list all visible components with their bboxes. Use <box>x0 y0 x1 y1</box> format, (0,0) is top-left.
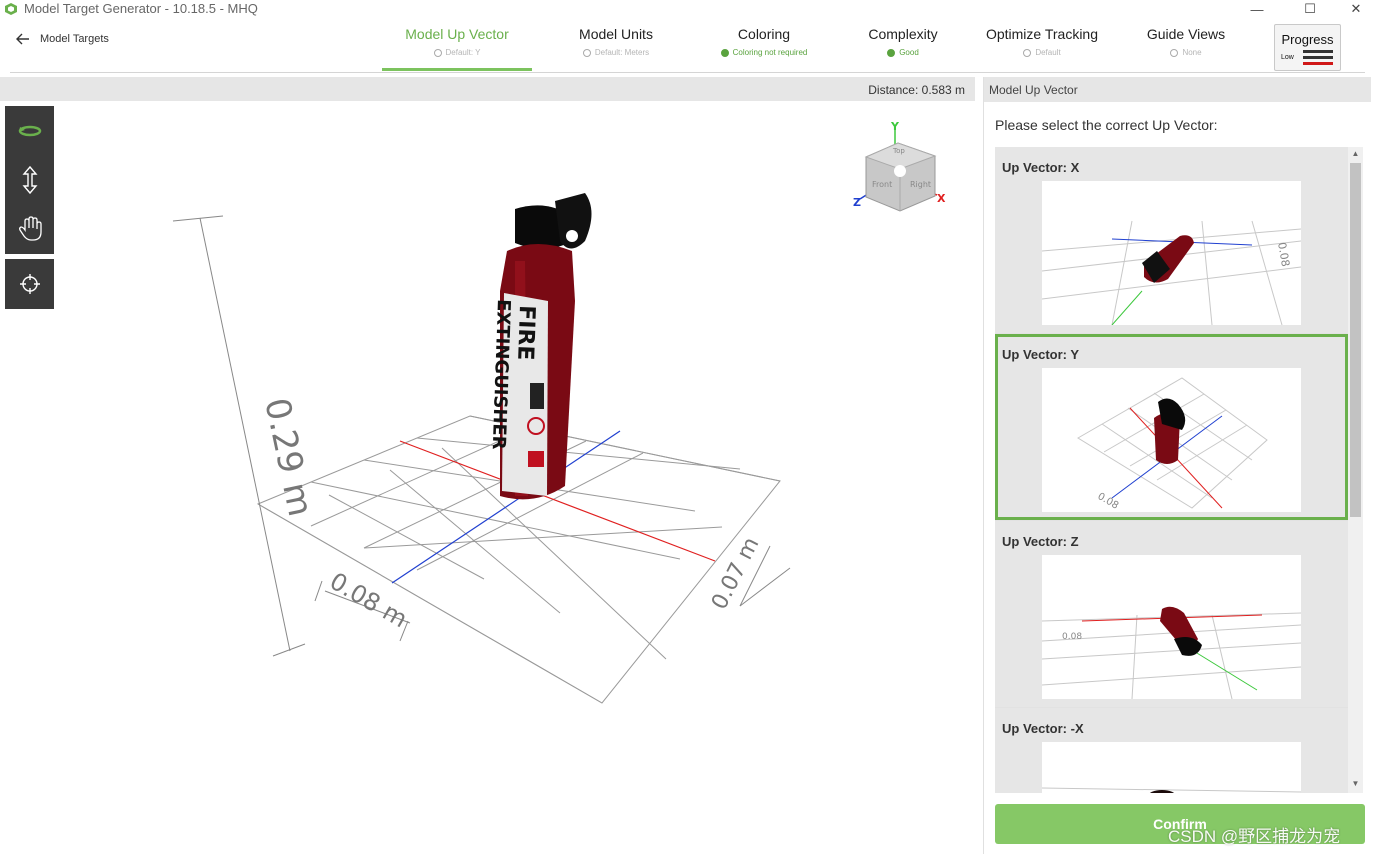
back-button[interactable]: Model Targets <box>14 30 109 48</box>
preview-z: 0.08 <box>1042 555 1301 699</box>
distance-readout: Distance: 0.583 m <box>868 83 965 97</box>
tab-complexity[interactable]: Complexity Good <box>828 26 978 57</box>
model-text-fire: FIRE <box>512 305 539 361</box>
up-vector-option-x[interactable]: Up Vector: X 0.08 <box>995 147 1348 333</box>
window-title: Model Target Generator - 10.18.5 - MHQ <box>24 1 258 16</box>
step-status: Default: Meters <box>594 48 650 57</box>
gizmo-face-right: Right <box>910 180 931 189</box>
step-navigation: Model Targets Model Up Vector Default: Y… <box>0 18 1374 74</box>
up-vector-panel: Model Up Vector Please select the correc… <box>983 77 1374 854</box>
gizmo-x-label: X <box>937 192 946 205</box>
navigation-tools <box>5 106 54 254</box>
maximize-button[interactable]: ☐ <box>1287 0 1333 18</box>
step-status: Good <box>899 48 919 57</box>
distance-value: 0.583 m <box>921 83 965 97</box>
step-status: Default <box>1035 48 1061 57</box>
status-dot-icon <box>720 48 729 57</box>
watermark: CSDN @野区捕龙为宠 <box>1168 827 1341 846</box>
model-text-extinguisher: EXTINGUISHER <box>488 299 514 450</box>
scrollbar-thumb[interactable] <box>1350 163 1361 517</box>
minimize-button[interactable]: — <box>1234 0 1280 18</box>
orientation-gizmo[interactable]: Top Front Right Y Z X <box>853 120 946 212</box>
gizmo-face-top: Top <box>892 147 905 155</box>
gizmo-z-label: Z <box>853 196 861 209</box>
step-label: Optimize Tracking <box>985 26 1099 42</box>
progress-level: Low <box>1281 54 1294 61</box>
option-title: Up Vector: X <box>1002 160 1080 175</box>
preview-measure-label: 0.08 <box>1062 632 1082 642</box>
distance-bar: Distance: 0.583 m <box>0 77 975 101</box>
preview-measure-label: 0.08 <box>1275 241 1292 267</box>
3d-viewport[interactable]: Distance: 0.583 m 0.29 m 0.08 m 0.07 m F… <box>0 77 975 854</box>
tab-coloring[interactable]: Coloring Coloring not required <box>689 26 839 57</box>
option-title: Up Vector: Z <box>1002 534 1079 549</box>
focus-tool <box>5 259 54 309</box>
up-vector-option-y[interactable]: Up Vector: Y 0.08 <box>995 334 1348 520</box>
tab-model-up-vector[interactable]: Model Up Vector Default: Y <box>382 26 532 57</box>
nav-divider <box>10 72 1365 73</box>
preview-x: 0.08 <box>1042 181 1301 325</box>
progress-button[interactable]: Progress Low <box>1274 24 1341 71</box>
gizmo-y-label: Y <box>890 120 900 133</box>
close-button[interactable]: ✕ <box>1333 0 1374 18</box>
panel-header: Model Up Vector <box>984 77 1371 102</box>
step-status: None <box>1182 48 1202 57</box>
status-dot-icon <box>433 48 442 57</box>
zoom-tool-button[interactable] <box>5 155 54 204</box>
step-label: Model Units <box>579 26 653 42</box>
step-status: Default: Y <box>445 48 481 57</box>
step-label: Guide Views <box>1146 26 1226 42</box>
status-dot-icon <box>887 48 896 57</box>
back-label: Model Targets <box>40 33 109 45</box>
focus-icon <box>19 273 40 294</box>
zoom-icon <box>21 165 38 194</box>
list-scrollbar[interactable]: ▲ ▼ <box>1348 147 1363 793</box>
panel-title: Model Up Vector <box>989 83 1078 97</box>
active-tab-indicator <box>382 68 532 71</box>
tab-model-units[interactable]: Model Units Default: Meters <box>541 26 691 57</box>
step-label: Coloring <box>737 26 791 42</box>
focus-tool-button[interactable] <box>5 259 54 308</box>
option-title: Up Vector: Y <box>1002 347 1080 362</box>
orbit-icon <box>18 125 41 136</box>
model-scene[interactable]: 0.29 m 0.08 m 0.07 m FIRE EXTINGUISHER T… <box>0 101 975 854</box>
gizmo-face-front: Front <box>872 180 892 189</box>
scroll-up-icon[interactable]: ▲ <box>1348 147 1363 161</box>
pan-icon <box>18 215 42 241</box>
tab-optimize-tracking[interactable]: Optimize Tracking Default <box>967 26 1117 57</box>
tab-guide-views[interactable]: Guide Views None <box>1111 26 1261 57</box>
preview-neg-x <box>1042 742 1301 793</box>
step-status: Coloring not required <box>732 48 808 57</box>
pan-tool-button[interactable] <box>5 204 54 253</box>
status-dot-icon <box>1023 48 1032 57</box>
width-measure-label: 0.08 m <box>325 567 412 633</box>
step-label: Complexity <box>868 26 938 42</box>
scroll-down-icon[interactable]: ▼ <box>1348 777 1363 791</box>
progress-bar-segment <box>1303 56 1333 59</box>
panel-prompt: Please select the correct Up Vector: <box>995 117 1218 133</box>
option-title: Up Vector: -X <box>1002 721 1084 736</box>
progress-label: Progress <box>1281 32 1334 47</box>
step-label: Model Up Vector <box>405 26 509 42</box>
up-vector-option-z[interactable]: Up Vector: Z 0.08 <box>995 521 1348 707</box>
distance-label: Distance: <box>868 83 919 97</box>
up-vector-list: Up Vector: X 0.08 Up Vector: Y 0.08 Up V… <box>995 147 1363 793</box>
progress-bar-low <box>1303 62 1333 65</box>
up-vector-option-neg-x[interactable]: Up Vector: -X <box>995 708 1348 793</box>
title-bar: Model Target Generator - 10.18.5 - MHQ —… <box>0 0 1374 18</box>
progress-bar-segment <box>1303 50 1333 53</box>
arrow-left-icon <box>16 33 29 45</box>
preview-y: 0.08 <box>1042 368 1301 512</box>
status-dot-icon <box>1170 48 1179 57</box>
status-dot-icon <box>582 48 591 57</box>
orbit-tool-button[interactable] <box>5 106 54 155</box>
app-logo-icon <box>5 3 17 15</box>
